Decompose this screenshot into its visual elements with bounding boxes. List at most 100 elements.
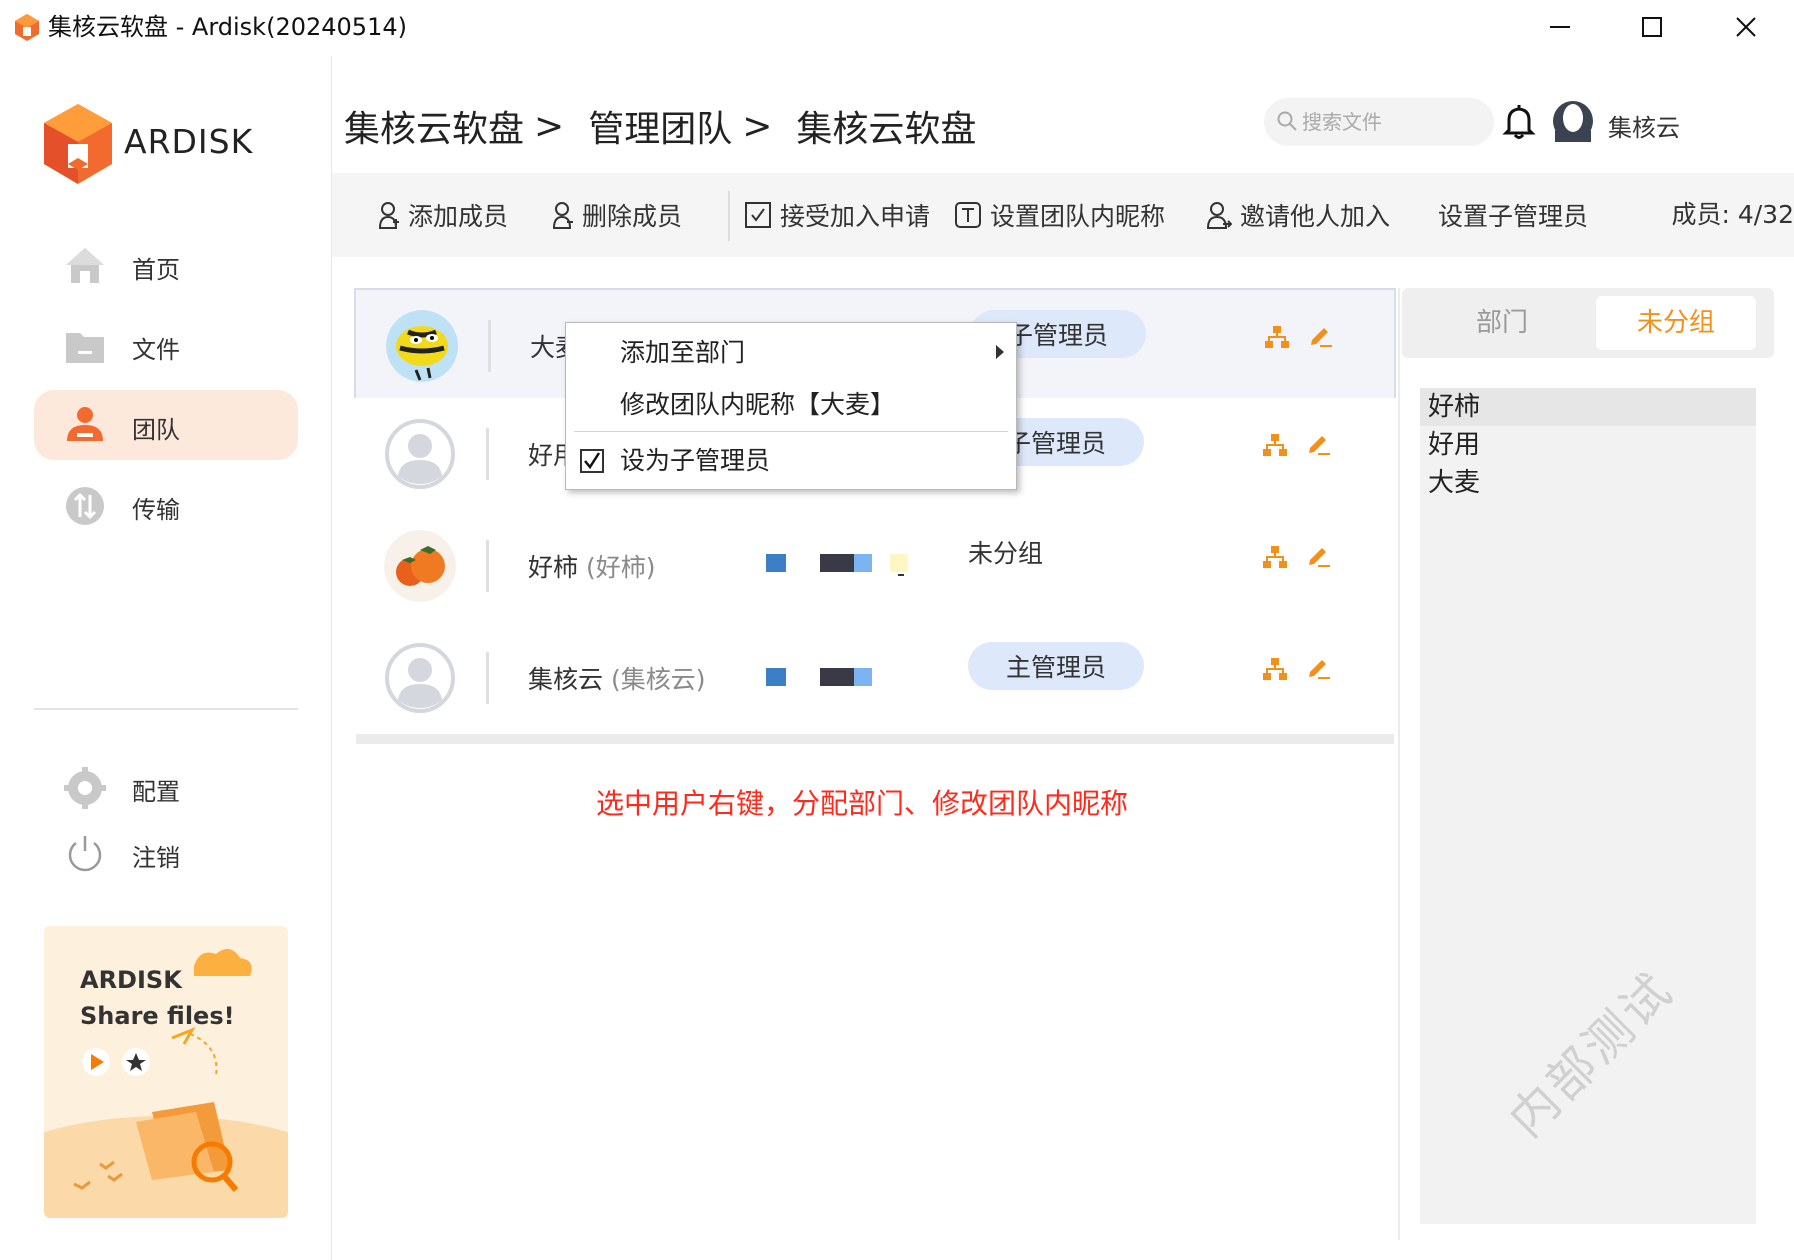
sidebar-item-label: 注销 [132,844,180,872]
window-title: 集核云软盘 - Ardisk(20240514) [48,13,407,41]
breadcrumb-separator: > [742,105,773,147]
checkbox-checked-icon [580,449,604,473]
row-divider [486,540,489,592]
sidebar-item-logout[interactable]: 注销 [34,818,298,888]
list-item[interactable]: 大麦 [1420,464,1756,502]
context-menu: 添加至部门 修改团队内昵称【大麦】 设为子管理员 [565,322,1017,490]
member-nickname: (好柿) [585,553,656,582]
member-row[interactable]: 集核云 (集核云) 主管理员 [354,622,1396,744]
menu-item-label: 添加至部门 [620,338,746,367]
user-avatar[interactable] [1552,100,1594,142]
tab-ungrouped[interactable]: 未分组 [1596,296,1756,350]
row-divider [486,652,489,704]
bell-icon[interactable] [1502,104,1536,140]
breadcrumb-item-current: 集核云软盘 [796,109,977,150]
persimmon-avatar [384,530,456,602]
default-avatar [385,643,455,713]
sidebar-item-team[interactable]: 团队 [34,390,298,460]
menu-item-rename[interactable]: 修改团队内昵称【大麦】 [566,379,1016,431]
sidebar-item-label: 团队 [132,416,180,444]
checkbox-icon [745,202,771,228]
folder-icon [66,333,104,363]
org-chart-icon[interactable] [1264,324,1290,350]
title-bar: 集核云软盘 - Ardisk(20240514) [0,0,1794,56]
menu-item-add-to-department[interactable]: 添加至部门 [566,327,1016,379]
maximize-button[interactable] [1622,6,1682,48]
user-name[interactable]: 集核云 [1608,108,1680,143]
accept-requests-label: 接受加入申请 [780,202,931,231]
gear-icon [64,767,106,809]
edit-icon[interactable] [1306,654,1332,680]
row-divider [488,320,491,372]
app-logo-icon [15,14,39,41]
close-icon [1736,17,1756,37]
accept-requests-button[interactable]: 接受加入申请 [744,173,930,257]
set-sub-admin-label: 设置子管理员 [1438,202,1589,231]
sidebar-item-label: 传输 [132,496,180,524]
sidebar-item-label: 文件 [132,336,180,364]
invite-user-icon [1206,202,1232,229]
tab-department[interactable]: 部门 [1422,296,1582,350]
sidebar-item-home[interactable]: 首页 [34,230,298,300]
text-tag-icon [955,202,981,228]
role-label: 未分组 [968,539,1044,568]
breadcrumb-separator: > [534,105,565,147]
submenu-arrow-icon [996,345,1004,359]
power-icon [68,836,102,872]
sidebar-item-label: 配置 [132,778,180,806]
org-chart-icon[interactable] [1262,432,1288,458]
edit-icon[interactable] [1306,430,1332,456]
member-name: 集核云 (集核云) [528,660,705,696]
sidebar-item-transfer[interactable]: 传输 [34,470,298,540]
breadcrumb: 集核云软盘 > 管理团队 > 集核云软盘 [344,100,976,152]
remove-member-label: 删除成员 [582,202,683,231]
team-icon [67,407,103,441]
bee-avatar [386,310,458,382]
minimize-button[interactable] [1530,6,1590,48]
edit-icon[interactable] [1308,322,1334,348]
edit-icon[interactable] [1306,542,1332,568]
default-avatar [385,419,455,489]
app-window: 集核云软盘 - Ardisk(20240514) ARDISK 首页 文件 团队… [0,0,1794,1260]
menu-separator [574,431,1008,432]
promo-banner[interactable]: ARDISK Share files! [44,926,288,1218]
breadcrumb-item-root[interactable]: 集核云软盘 [344,100,524,152]
sidebar: ARDISK 首页 文件 团队 传输 配置 注销 ARDISK Share fi… [0,56,332,1260]
role-badge: 主管理员 [968,642,1144,690]
list-item[interactable]: 好用 [1420,426,1756,464]
search-input[interactable] [1302,106,1482,138]
member-count: 成员: 4/32 [1671,200,1794,229]
breadcrumb-item-manage-team[interactable]: 管理团队 [588,100,732,152]
set-nickname-button[interactable]: 设置团队内昵称 [954,173,1165,257]
add-member-button[interactable]: 添加成员 [378,173,508,257]
toolbar-divider [728,191,730,241]
menu-item-label: 修改团队内昵称【大麦】 [620,390,896,419]
member-row[interactable]: 好柿 (好柿) 未分组 [354,510,1396,632]
remove-member-button[interactable]: 删除成员 [552,173,682,257]
set-nickname-label: 设置团队内昵称 [990,202,1166,231]
transfer-icon [66,487,104,525]
set-sub-admin-button[interactable]: 设置子管理员 [1438,173,1588,257]
logo-text: ARDISK [124,122,254,161]
home-icon [66,248,104,283]
invite-button[interactable]: 邀请他人加入 [1206,173,1390,257]
right-panel-divider [1398,288,1400,1240]
minimize-icon [1550,26,1570,28]
search-icon [1277,111,1297,131]
org-chart-icon[interactable] [1262,544,1288,570]
sidebar-item-files[interactable]: 文件 [34,310,298,380]
close-button[interactable] [1716,6,1776,48]
list-item[interactable]: 好柿 [1420,388,1756,426]
sidebar-item-settings[interactable]: 配置 [34,752,298,822]
row-separator [356,734,1394,744]
org-chart-icon[interactable] [1262,656,1288,682]
remove-user-icon [552,202,573,229]
member-nickname: (集核云) [610,665,706,694]
sidebar-item-label: 首页 [132,256,180,284]
invite-label: 邀请他人加入 [1240,202,1391,231]
search-box[interactable] [1264,98,1494,146]
member-name-text: 好柿 [528,553,579,582]
menu-item-set-sub-admin[interactable]: 设为子管理员 [566,435,1016,487]
right-panel-tabs: 部门 未分组 [1402,288,1774,358]
member-name: 好柿 (好柿) [528,548,655,584]
